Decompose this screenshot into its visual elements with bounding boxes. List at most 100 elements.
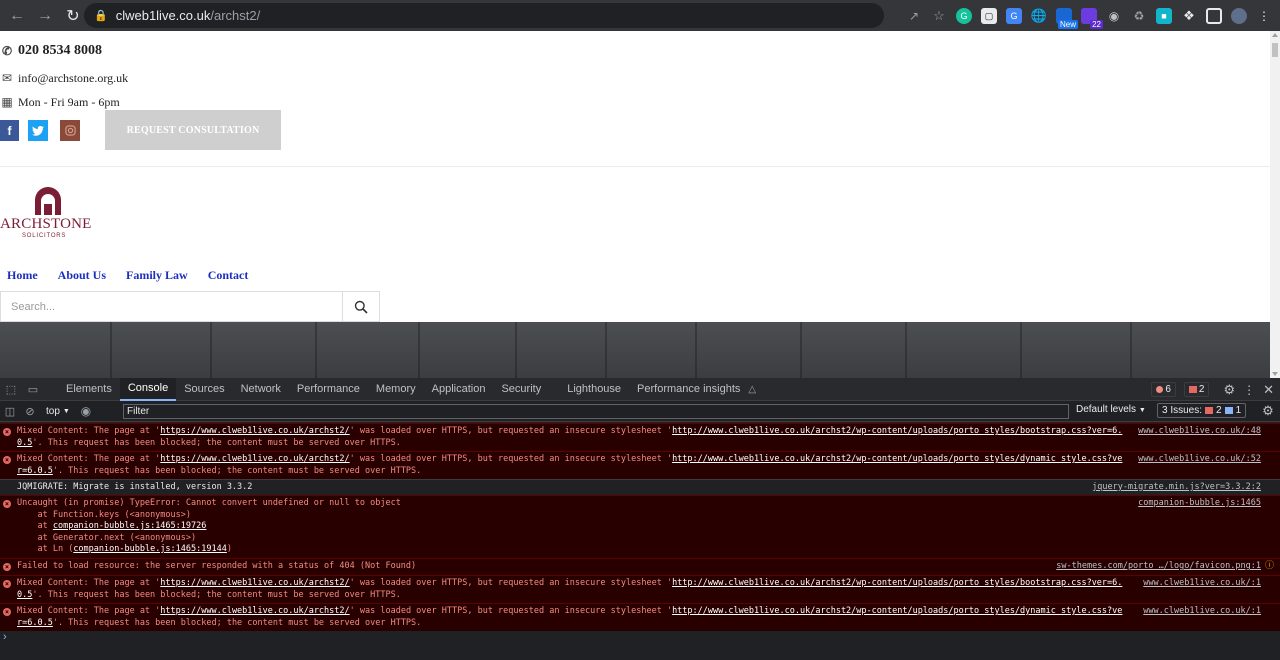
console-prompt[interactable]: ›	[3, 631, 7, 643]
scroll-down-arrow-icon[interactable]	[1272, 372, 1278, 376]
network-warning-icon: ⓘ	[1264, 561, 1274, 571]
message-link[interactable]: https://www.clweb1live.co.uk/archst2/	[160, 578, 349, 588]
nav-item-home[interactable]: Home	[7, 268, 38, 283]
message-source-link[interactable]: jquery-migrate.min.js?ver=3.3.2:2	[1092, 482, 1261, 494]
message-source-link[interactable]: www.clweb1live.co.uk/:48	[1138, 426, 1261, 438]
globe-icon[interactable]: 🌐	[1031, 8, 1047, 24]
extensions-bar: ↗ ☆ G ▢ G 🌐 New 22 ◉ ♻ ■ ❖ ⋮	[906, 5, 1272, 29]
console-settings-gear-icon[interactable]: ⚙	[1258, 401, 1278, 421]
device-toolbar-icon[interactable]: ▭	[22, 378, 44, 401]
menu-kebab-icon[interactable]: ⋮	[1256, 8, 1272, 24]
message-source-link[interactable]: www.clweb1live.co.uk/:52	[1138, 454, 1261, 466]
cyan-extension-icon[interactable]: ■	[1156, 8, 1172, 24]
request-consultation-button[interactable]: REQUEST CONSULTATION	[105, 110, 281, 150]
window-icon[interactable]: ▢	[981, 8, 997, 24]
stack-link[interactable]: companion-bubble.js:1465:19726	[53, 521, 207, 531]
nav-item-contact[interactable]: Contact	[208, 268, 249, 283]
search-icon	[354, 300, 368, 314]
camera-icon[interactable]: ◉	[1106, 8, 1122, 24]
close-devtools-icon[interactable]: ✕	[1263, 382, 1274, 398]
avatar[interactable]	[1231, 8, 1247, 24]
tab-network[interactable]: Network	[233, 378, 289, 401]
facebook-icon[interactable]: f	[0, 120, 19, 141]
bookmark-star-icon[interactable]: ☆	[931, 8, 947, 24]
error-counter[interactable]: 6	[1151, 382, 1176, 397]
new-extension-icon[interactable]: New	[1056, 8, 1078, 29]
url-host: clweb1live.co.uk	[115, 8, 211, 23]
nav-item-family-law[interactable]: Family Law	[126, 268, 188, 283]
page-scrollbar[interactable]	[1270, 31, 1280, 378]
count-badge: 22	[1090, 20, 1103, 29]
message-source-link[interactable]: www.clweb1live.co.uk/:1	[1143, 606, 1261, 618]
share-icon[interactable]: ↗	[906, 8, 922, 24]
scroll-thumb[interactable]	[1272, 43, 1278, 57]
info-flag-icon	[1224, 407, 1233, 414]
phone-icon: ✆	[1, 43, 13, 58]
context-selector[interactable]: top ▼	[40, 406, 76, 417]
email-address[interactable]: info@archstone.org.uk	[18, 71, 128, 86]
phone-number[interactable]: 020 8534 8008	[18, 43, 102, 59]
inspect-element-icon[interactable]: ⬚	[0, 378, 22, 401]
tab-security[interactable]: Security	[493, 378, 549, 401]
tab-application[interactable]: Application	[424, 378, 494, 401]
tab-lighthouse[interactable]: Lighthouse	[559, 378, 629, 401]
sidebar-toggle-icon[interactable]: ◫	[0, 401, 20, 421]
stack-link[interactable]: companion-bubble.js:1465:19144	[73, 544, 227, 554]
scroll-up-arrow-icon[interactable]	[1272, 33, 1278, 37]
more-options-icon[interactable]: ⋮	[1243, 383, 1255, 397]
console-filter-input[interactable]: Filter	[123, 404, 1069, 419]
envelope-icon: ✉	[1, 71, 13, 85]
translate-icon[interactable]: G	[1006, 8, 1022, 24]
message-text: JQMIGRATE: Migrate is installed, version…	[17, 482, 253, 492]
message-source-link[interactable]: companion-bubble.js:1465	[1138, 498, 1261, 510]
console-message: × Mixed Content: The page at 'https://ww…	[0, 423, 1280, 451]
msg-part: at Ln (	[17, 544, 74, 554]
msg-line: at Ln (companion-bubble.js:1465:19144)	[17, 544, 1125, 556]
search-input[interactable]	[1, 292, 342, 321]
instagram-icon[interactable]	[60, 120, 80, 141]
context-label: top	[46, 405, 60, 417]
search-button[interactable]	[342, 292, 379, 321]
console-message: × Mixed Content: The page at 'https://ww…	[0, 603, 1280, 631]
warning-counter[interactable]: 2	[1183, 382, 1210, 397]
tab-elements[interactable]: Elements	[58, 378, 120, 401]
message-link[interactable]: https://www.clweb1live.co.uk/archst2/	[160, 606, 349, 616]
log-levels-dropdown[interactable]: Default levels ▼	[1076, 404, 1146, 415]
dropdown-arrow-icon: ▼	[62, 407, 70, 415]
message-source-link[interactable]: www.clweb1live.co.uk/:1	[1143, 578, 1261, 590]
message-link[interactable]: https://www.clweb1live.co.uk/archst2/	[160, 426, 349, 436]
settings-gear-icon[interactable]: ⚙	[1223, 382, 1235, 398]
issues-button[interactable]: 3 Issues: 2 1	[1157, 403, 1247, 418]
tab-memory[interactable]: Memory	[368, 378, 424, 401]
back-arrow-icon[interactable]: ←	[4, 3, 30, 29]
error-icon: ×	[3, 563, 11, 571]
tab-performance-insights[interactable]: Performance insights	[629, 378, 748, 401]
msg-line: at Generator.next (<anonymous>)	[17, 532, 197, 543]
tab-sources[interactable]: Sources	[176, 378, 232, 401]
phone-row: ✆ 020 8534 8008	[0, 43, 102, 59]
recycle-icon[interactable]: ♻	[1131, 8, 1147, 24]
message-source-link[interactable]: sw-themes.com/porto …/logo/favicon.png:1	[1056, 561, 1261, 573]
tab-performance[interactable]: Performance	[289, 378, 368, 401]
tab-console[interactable]: Console	[119, 377, 177, 401]
puzzle-icon[interactable]: ❖	[1181, 8, 1197, 24]
twitter-icon[interactable]	[28, 120, 48, 141]
msg-part: ' was loaded over HTTPS, but requested a…	[349, 578, 673, 588]
message-link[interactable]: https://www.clweb1live.co.uk/archst2/	[160, 454, 349, 464]
sidepanel-icon[interactable]	[1206, 8, 1222, 24]
grammarly-icon[interactable]: G	[956, 8, 972, 24]
purple-extension-icon[interactable]: 22	[1081, 8, 1103, 29]
error-icon	[1156, 386, 1164, 393]
msg-part: Mixed Content: The page at '	[17, 606, 161, 616]
opening-hours: Mon - Fri 9am - 6pm	[18, 95, 120, 109]
reload-icon[interactable]: ↻	[60, 3, 86, 29]
message-text: Failed to load resource: the server resp…	[17, 561, 417, 571]
forward-arrow-icon[interactable]: →	[32, 3, 58, 29]
address-bar[interactable]: 🔒 clweb1live.co.uk /archst2/	[84, 3, 884, 28]
msg-part: '. This request has been blocked; the co…	[52, 617, 422, 628]
nav-item-about-us[interactable]: About Us	[58, 268, 106, 283]
clear-console-icon[interactable]: ⊘	[20, 401, 40, 421]
msg-part: ' was loaded over HTTPS, but requested a…	[349, 606, 673, 616]
live-expression-eye-icon[interactable]: ◉	[76, 401, 96, 421]
error-icon: ×	[3, 428, 11, 436]
